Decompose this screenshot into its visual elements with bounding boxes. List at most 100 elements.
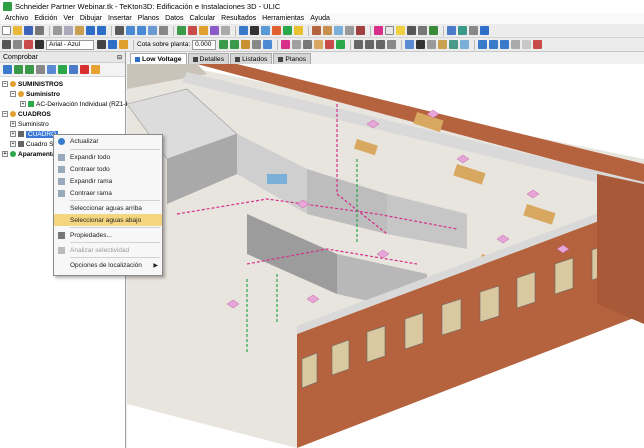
menu-ayuda[interactable]: Ayuda	[307, 15, 333, 22]
wireframe-icon[interactable]	[511, 40, 521, 49]
expand-toggle-icon[interactable]: +	[2, 151, 8, 157]
align-right-icon[interactable]	[376, 40, 386, 49]
print-icon[interactable]	[35, 26, 44, 35]
tab-planos[interactable]: Planos	[273, 53, 312, 64]
align-center-icon[interactable]	[365, 40, 375, 49]
check-icon[interactable]	[283, 26, 292, 35]
xref-icon[interactable]	[449, 40, 459, 49]
orbit-icon[interactable]	[188, 26, 197, 35]
grid-icon[interactable]	[221, 26, 230, 35]
menu-herramientas[interactable]: Herramientas	[259, 15, 307, 22]
cota-input[interactable]: 0.000	[192, 39, 217, 50]
3d-viewport[interactable]	[127, 64, 644, 448]
help-icon[interactable]	[480, 26, 489, 35]
menu-item-seleccionar-aguas-arriba[interactable]: Seleccionar aguas arriba	[54, 202, 162, 214]
tree-collapse-icon[interactable]	[25, 65, 34, 74]
collapse-toggle-icon[interactable]: −	[2, 111, 8, 117]
cable-icon[interactable]	[374, 26, 383, 35]
undo-icon[interactable]	[86, 26, 95, 35]
style-icon[interactable]	[119, 40, 128, 49]
tab-detalles[interactable]: Detalles	[187, 53, 230, 64]
color-icon[interactable]	[108, 40, 117, 49]
tree-refresh-icon[interactable]	[3, 65, 12, 74]
tree-check-icon[interactable]	[58, 65, 67, 74]
pointer-icon[interactable]	[2, 40, 11, 49]
menu-resultados[interactable]: Resultados	[218, 15, 259, 22]
socket-icon[interactable]	[385, 26, 394, 35]
menu-item-expandir-todo[interactable]: Expandir todo	[54, 151, 162, 163]
hatch-icon[interactable]	[427, 40, 437, 49]
zoom-in-icon[interactable]	[126, 26, 135, 35]
fill-icon[interactable]	[405, 40, 415, 49]
door-icon[interactable]	[323, 26, 332, 35]
table-icon[interactable]	[261, 26, 270, 35]
tree-report-icon[interactable]	[69, 65, 78, 74]
paste-icon[interactable]	[75, 26, 84, 35]
expand-toggle-icon[interactable]: +	[10, 131, 16, 137]
light-icon[interactable]	[396, 26, 405, 35]
view-front-icon[interactable]	[489, 40, 499, 49]
panel-pin-icon[interactable]: ⊟	[117, 54, 122, 61]
line-icon[interactable]	[416, 40, 426, 49]
view-3d-icon[interactable]	[177, 26, 186, 35]
view-iso-icon[interactable]	[500, 40, 510, 49]
menu-item-propiedades[interactable]: Propiedades...	[54, 229, 162, 241]
conduit-icon[interactable]	[303, 40, 313, 49]
menu-item-contraer-todo[interactable]: Contraer todo	[54, 163, 162, 175]
text-icon[interactable]	[250, 26, 259, 35]
menu-dibujar[interactable]: Dibujar	[77, 15, 105, 22]
tab-low-voltage[interactable]: Low Voltage	[130, 53, 187, 64]
tab-listados[interactable]: Listados	[230, 53, 273, 64]
collapse-toggle-icon[interactable]: −	[10, 91, 16, 97]
font-select[interactable]: Arial - Azul	[46, 39, 94, 50]
tree-warning-icon[interactable]	[91, 65, 100, 74]
wall-icon[interactable]	[312, 26, 321, 35]
stairs-icon[interactable]	[345, 26, 354, 35]
image-icon[interactable]	[460, 40, 470, 49]
menu-calcular[interactable]: Calcular	[186, 15, 218, 22]
panel-icon[interactable]	[407, 26, 416, 35]
render-icon[interactable]	[199, 26, 208, 35]
tray-icon[interactable]	[292, 40, 302, 49]
pan-icon[interactable]	[159, 26, 168, 35]
align-left-icon[interactable]	[354, 40, 364, 49]
zoom-window-icon[interactable]	[148, 26, 157, 35]
menu-item-expandir-rama[interactable]: Expandir rama	[54, 175, 162, 187]
calc-icon[interactable]	[272, 26, 281, 35]
bold-icon[interactable]	[97, 40, 106, 49]
tree-node-suministro[interactable]: − Suministro	[1, 89, 125, 99]
menu-ver[interactable]: Ver	[60, 15, 77, 22]
menu-datos[interactable]: Datos	[162, 15, 186, 22]
route-icon[interactable]	[281, 40, 291, 49]
menu-archivo[interactable]: Archivo	[2, 15, 31, 22]
menu-item-contraer-rama[interactable]: Contraer rama	[54, 187, 162, 199]
expand-toggle-icon[interactable]: +	[10, 141, 16, 147]
collapse-toggle-icon[interactable]: −	[2, 81, 8, 87]
switch-icon[interactable]	[418, 26, 427, 35]
tree-search-icon[interactable]	[47, 65, 56, 74]
export-icon[interactable]	[458, 26, 467, 35]
menu-item-seleccionar-aguas-abajo[interactable]: Seleccionar aguas abajo	[54, 214, 162, 226]
load-icon[interactable]	[336, 40, 346, 49]
window-icon[interactable]	[334, 26, 343, 35]
copy-icon[interactable]	[64, 26, 73, 35]
lock-icon[interactable]	[241, 40, 251, 49]
layer-icon[interactable]	[210, 26, 219, 35]
tree-filter-icon[interactable]	[36, 65, 45, 74]
new-file-icon[interactable]	[2, 26, 11, 35]
menu-item-analizar-selectividad[interactable]: Analizar selectividad	[54, 244, 162, 256]
hide-icon[interactable]	[252, 40, 262, 49]
tree-expand-icon[interactable]	[14, 65, 23, 74]
menu-edicion[interactable]: Edición	[31, 15, 60, 22]
menu-item-opciones-localizacion[interactable]: Opciones de localización ▶	[54, 259, 162, 271]
box-icon[interactable]	[314, 40, 324, 49]
cut-icon[interactable]	[53, 26, 62, 35]
shade-icon[interactable]	[522, 40, 532, 49]
expand-toggle-icon[interactable]: +	[10, 121, 16, 127]
building-model[interactable]	[127, 64, 644, 448]
ground-icon[interactable]	[429, 26, 438, 35]
tree-node-suministro-2[interactable]: + Suministro	[1, 119, 125, 129]
warning-icon[interactable]	[294, 26, 303, 35]
open-folder-icon[interactable]	[13, 26, 22, 35]
view-top-icon[interactable]	[478, 40, 488, 49]
